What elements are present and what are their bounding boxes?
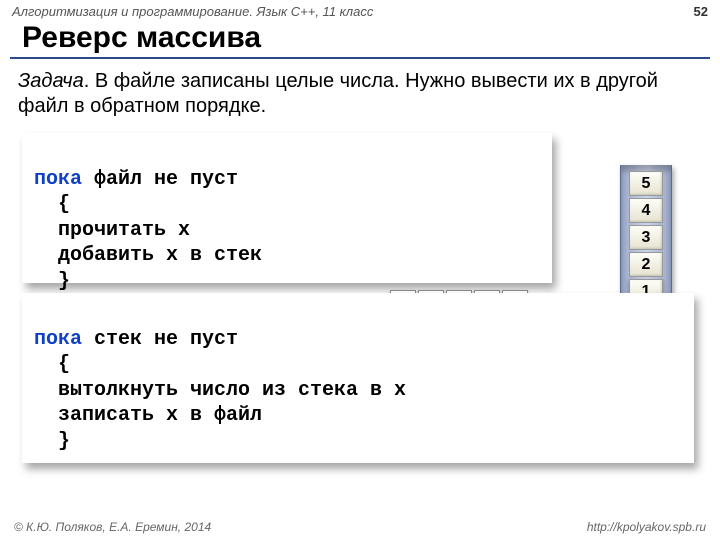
stack-cell: 5 (629, 171, 663, 196)
slide-header: Алгоритмизация и программирование. Язык … (0, 0, 720, 21)
slide-footer: © К.Ю. Поляков, Е.А. Еремин, 2014 http:/… (0, 518, 720, 536)
keyword-while: пока (34, 328, 82, 351)
stack-cell: 4 (629, 198, 663, 223)
slide-title: Реверс массива (10, 21, 710, 59)
code-block-read: пока файл не пуст { прочитать x добавить… (22, 133, 552, 283)
page-number: 52 (694, 4, 708, 19)
stack-cell: 2 (629, 252, 663, 277)
course-title: Алгоритмизация и программирование. Язык … (12, 4, 373, 19)
keyword-while: пока (34, 168, 82, 191)
stack-cell: 3 (629, 225, 663, 250)
code-block-write: пока стек не пуст { вытолкнуть число из … (22, 293, 694, 463)
task-text: . В файле записаны целые числа. Нужно вы… (18, 70, 658, 117)
footer-url: http://kpolyakov.spb.ru (587, 520, 706, 534)
stack-diagram: 5 4 3 2 1 (620, 165, 672, 313)
task-statement: Задача. В файле записаны целые числа. Ну… (0, 67, 720, 129)
task-label: Задача (18, 70, 84, 92)
copyright-text: © К.Ю. Поляков, Е.А. Еремин, 2014 (14, 520, 211, 534)
